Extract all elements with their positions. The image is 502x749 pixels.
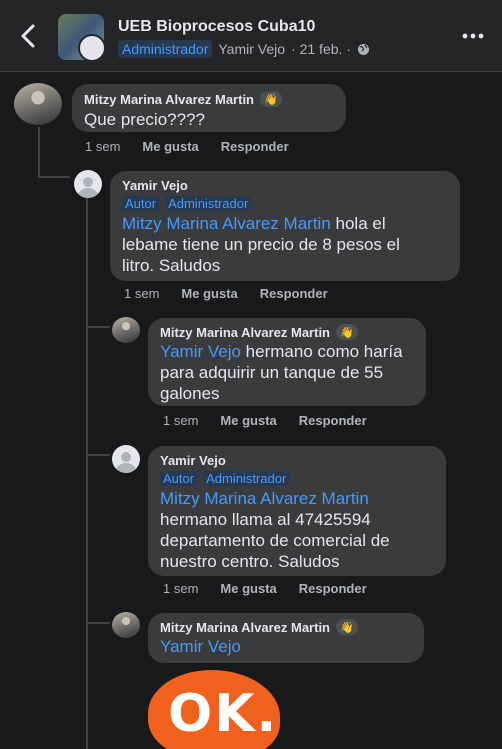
- comment-author[interactable]: Mitzy Marina Alvarez Martin: [160, 620, 330, 635]
- thread-line-main: [38, 127, 40, 177]
- comment-text-part: hermano como haría: [240, 342, 403, 361]
- avatar[interactable]: [74, 170, 102, 198]
- comment-author[interactable]: Yamir Vejo: [122, 178, 188, 193]
- comment-author-row: Mitzy Marina Alvarez Martin 👋: [160, 619, 412, 635]
- comment-author[interactable]: Yamir Vejo: [160, 453, 226, 468]
- reply-button[interactable]: Responder: [299, 581, 367, 596]
- avatar[interactable]: [112, 612, 140, 638]
- group-avatar[interactable]: [58, 14, 104, 60]
- comment-badges: Autor Administrador: [160, 471, 434, 486]
- comment-text-part: hermano llama al 47425594: [160, 510, 371, 529]
- comment-text: Yamir Vejo hermano como haría para adqui…: [160, 341, 414, 404]
- comment-author[interactable]: Mitzy Marina Alvarez Martin: [160, 325, 330, 340]
- author-badge: Autor: [160, 471, 198, 486]
- comment-author[interactable]: Mitzy Marina Alvarez Martin: [84, 92, 254, 107]
- post-author[interactable]: Yamir Vejo: [218, 41, 285, 57]
- reply-button[interactable]: Responder: [260, 286, 328, 301]
- comment-bubble: Yamir Vejo Autor Administrador Mitzy Mar…: [110, 171, 460, 281]
- post-meta: Administrador Yamir Vejo · 21 feb. ·: [118, 40, 370, 58]
- thread-branch: [86, 454, 110, 456]
- author-avatar: [78, 34, 104, 60]
- reply-button[interactable]: Responder: [221, 139, 289, 154]
- comment-actions: 1 sem Me gusta Responder: [85, 139, 289, 154]
- comment-author-row: Yamir Vejo: [122, 178, 448, 193]
- thread-branch: [38, 176, 70, 178]
- comment-time[interactable]: 1 sem: [163, 413, 198, 428]
- thread-branch: [86, 622, 110, 624]
- comment-author-row: Yamir Vejo: [160, 453, 434, 468]
- post-date[interactable]: · 21 feb. ·: [291, 41, 351, 57]
- comment-time[interactable]: 1 sem: [163, 581, 198, 596]
- avatar[interactable]: [112, 317, 140, 343]
- comment-text: Yamir Vejo: [160, 636, 412, 657]
- comment-actions: 1 sem Me gusta Responder: [163, 581, 367, 596]
- group-title[interactable]: UEB Bioprocesos Cuba10: [118, 18, 315, 36]
- comment-bubble: Yamir Vejo Autor Administrador Mitzy Mar…: [148, 446, 446, 576]
- comment-bubble: Mitzy Marina Alvarez Martin 👋 Yamir Vejo: [148, 613, 424, 663]
- like-button[interactable]: Me gusta: [181, 286, 237, 301]
- comment-text-part: departamento de comercial de: [160, 531, 390, 550]
- comment-text-part: hola el: [330, 214, 386, 233]
- chevron-left-icon[interactable]: [18, 22, 40, 50]
- author-badge: Autor: [122, 196, 160, 211]
- mention-link[interactable]: Mitzy Marina Alvarez Martin: [122, 214, 331, 233]
- ok-sticker[interactable]: OK.: [148, 670, 280, 749]
- admin-badge: Administrador: [165, 196, 252, 211]
- like-button[interactable]: Me gusta: [142, 139, 198, 154]
- like-button[interactable]: Me gusta: [220, 413, 276, 428]
- wave-icon: 👋: [260, 91, 283, 107]
- comment-text-part: nuestro centro. Saludos: [160, 552, 340, 571]
- thread-branch: [86, 326, 110, 328]
- comment-bubble: Mitzy Marina Alvarez Martin 👋 Yamir Vejo…: [148, 318, 426, 406]
- comment-author-row: Mitzy Marina Alvarez Martin 👋: [84, 91, 334, 107]
- comment-author-row: Mitzy Marina Alvarez Martin 👋: [160, 324, 414, 340]
- avatar[interactable]: [112, 445, 140, 473]
- mention-link[interactable]: Yamir Vejo: [160, 342, 241, 361]
- wave-icon: 👋: [336, 324, 359, 340]
- globe-icon: [357, 43, 369, 55]
- comment-text: Mitzy Marina Alvarez Martin hermano llam…: [160, 488, 434, 572]
- thread-line-replies: [86, 198, 88, 749]
- sticker-text: OK.: [168, 684, 279, 744]
- comment-text: Mitzy Marina Alvarez Martin hola el leba…: [122, 213, 448, 276]
- comment-time[interactable]: 1 sem: [124, 286, 159, 301]
- avatar[interactable]: [14, 83, 62, 125]
- comment-actions: 1 sem Me gusta Responder: [163, 413, 367, 428]
- comment-text-part: galones: [160, 384, 220, 403]
- post-header: UEB Bioprocesos Cuba10 Administrador Yam…: [0, 0, 502, 72]
- wave-icon: 👋: [336, 619, 359, 635]
- more-horizontal-icon[interactable]: [462, 26, 484, 46]
- comment-bubble: Mitzy Marina Alvarez Martin 👋 Que precio…: [72, 84, 346, 132]
- comment-actions: 1 sem Me gusta Responder: [124, 286, 328, 301]
- admin-badge: Administrador: [203, 471, 290, 486]
- comment-text-part: lebame tiene un precio de 8 pesos el: [122, 235, 400, 254]
- reply-button[interactable]: Responder: [299, 413, 367, 428]
- mention-link[interactable]: Yamir Vejo: [160, 637, 241, 656]
- comment-text-part: para adquirir un tanque de 55: [160, 363, 384, 382]
- admin-badge: Administrador: [118, 40, 213, 58]
- comment-text-part: litro. Saludos: [122, 256, 221, 275]
- like-button[interactable]: Me gusta: [220, 581, 276, 596]
- comment-text: Que precio????: [84, 110, 205, 129]
- comment-badges: Autor Administrador: [122, 196, 448, 211]
- comment-time[interactable]: 1 sem: [85, 139, 120, 154]
- mention-link[interactable]: Mitzy Marina Alvarez Martin: [160, 489, 369, 508]
